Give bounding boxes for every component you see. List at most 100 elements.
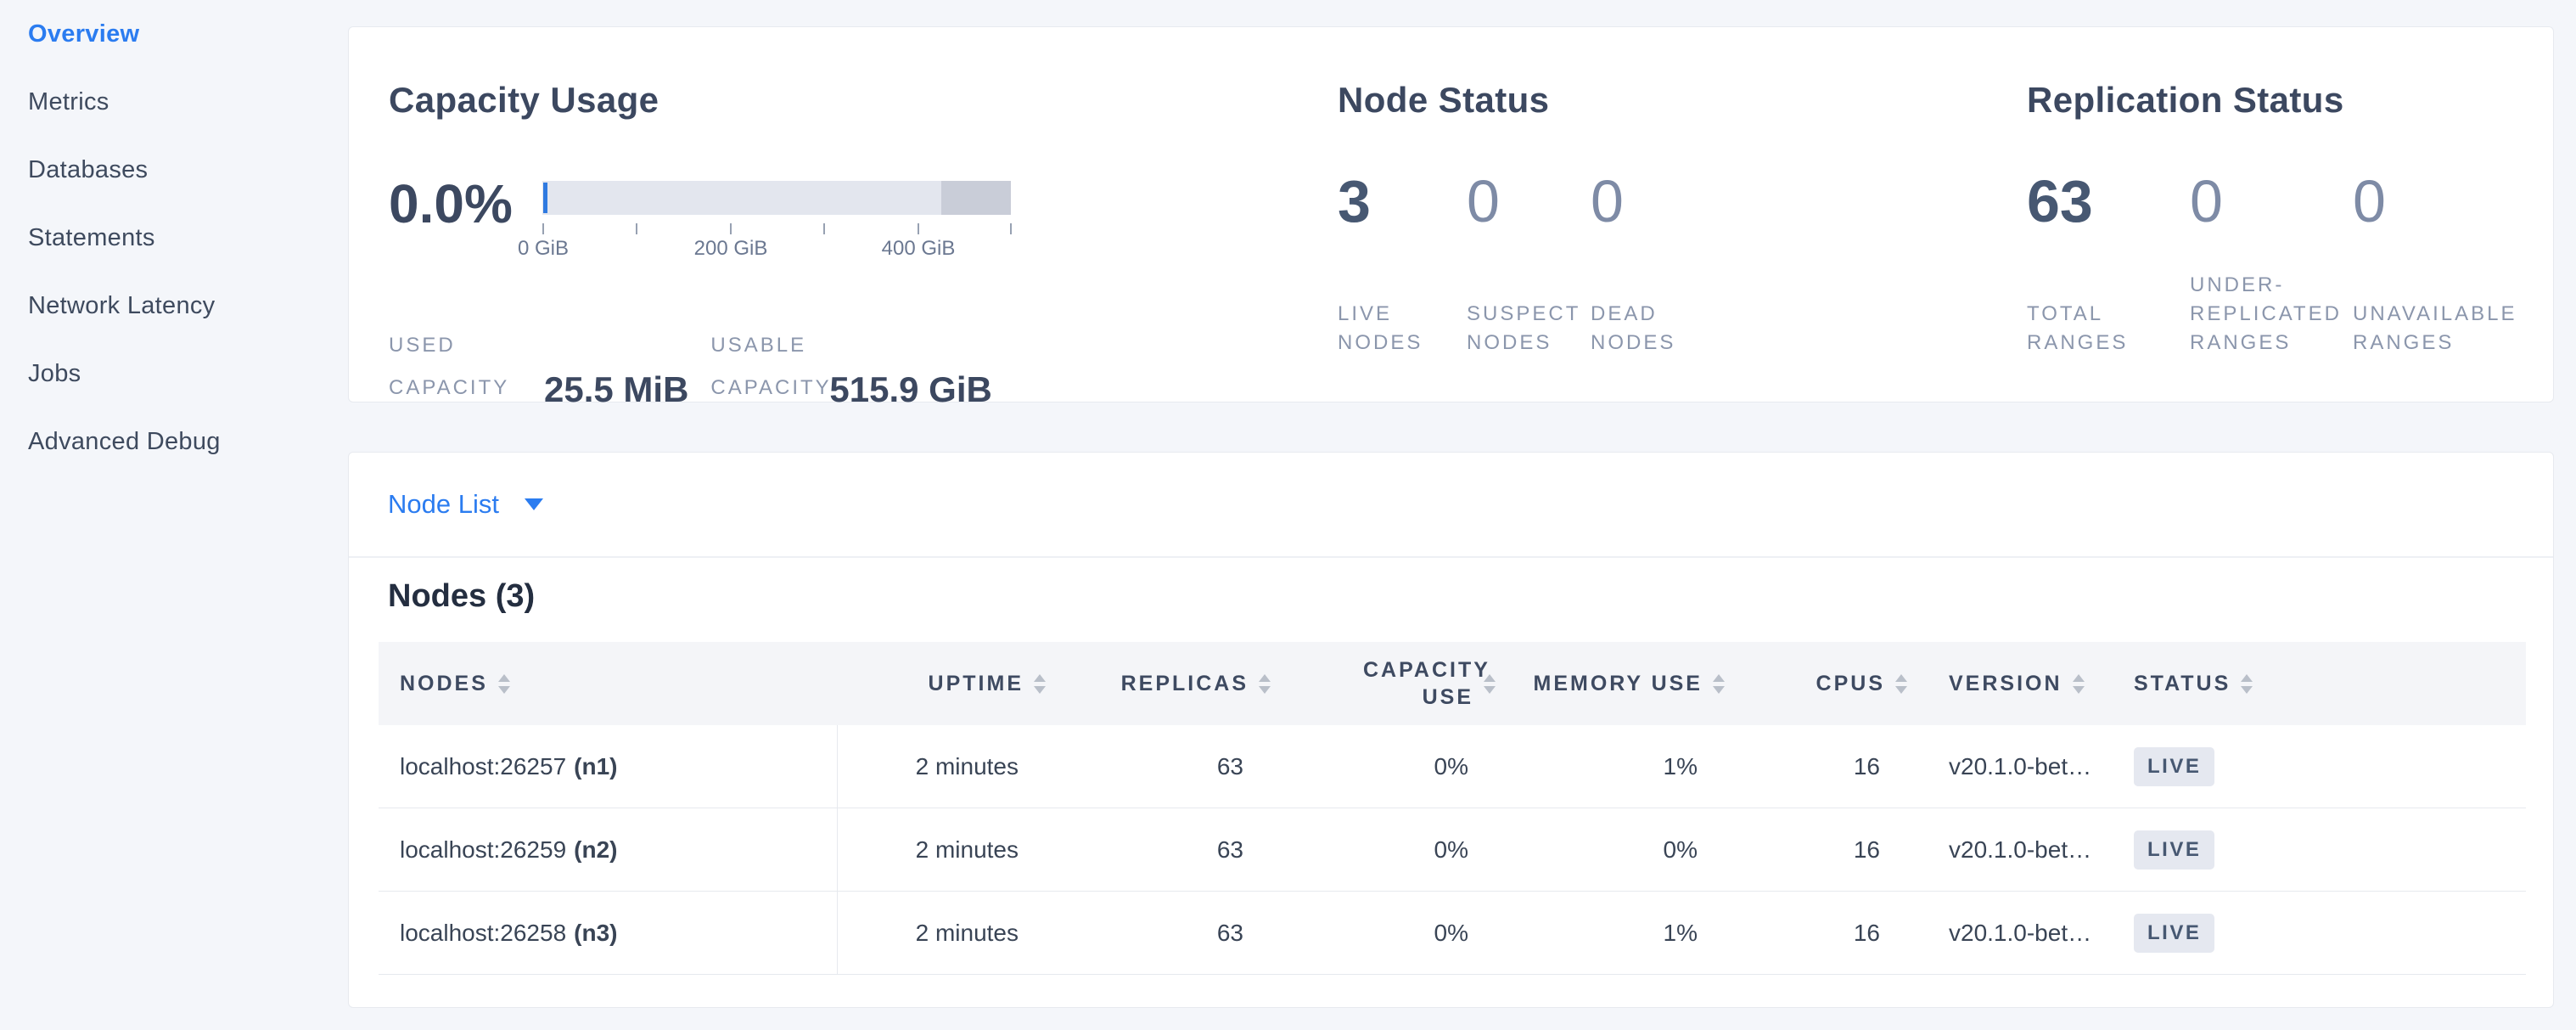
node-address-cell: localhost:26259 (n2) [379,808,838,891]
capacity-usage-title: Capacity Usage [389,80,659,121]
capacity-gauge [542,181,1011,215]
node-status-title: Node Status [1338,80,1549,121]
sort-icon [1895,674,1907,694]
version-cell: v20.1.0-bet… [1911,808,2119,891]
gauge-tick [730,223,732,234]
capacity-stats: USED CAPACITY 25.5 MiB USABLE CAPACITY 5… [389,324,992,409]
dead-nodes-label: DEAD NODES [1591,300,1684,357]
column-label: MEMORY USE [1534,670,1703,697]
sidebar-item-overview[interactable]: Overview [0,0,348,68]
column-header-replicas[interactable]: REPLICAS [1049,642,1274,725]
uptime-cell: 2 minutes [838,725,1049,808]
uptime-cell: 2 minutes [838,808,1049,891]
sort-icon [2241,674,2253,694]
node-status-stats: 3 LIVE NODES 0 SUSPECT NODES 0 DEAD NODE… [1338,172,1718,357]
usable-capacity-label: USABLE CAPACITY [710,324,819,409]
sidebar-item-metrics[interactable]: Metrics [0,68,348,136]
total-ranges-stat: 63 TOTAL RANGES [2027,172,2190,357]
gauge-tick-label: 200 GiB [694,237,768,261]
under-replicated-ranges-label: UNDER-REPLICATED RANGES [2190,271,2343,357]
status-badge: LIVE [2134,830,2214,870]
capacity-usage-section: Capacity Usage 0.0% 0 GiB 200 GiB 400 Gi… [389,27,1339,402]
memory-use-cell: 0% [1499,808,1728,891]
node-row-n2[interactable]: localhost:26259 (n2) 2 minutes 63 0% 0% … [379,808,2526,892]
uptime-cell: 2 minutes [838,892,1049,974]
cluster-summary-card: Capacity Usage 0.0% 0 GiB 200 GiB 400 Gi… [348,26,2554,402]
column-header-capacity-use[interactable]: CAPACITY USE [1274,642,1499,725]
sidebar-item-statements[interactable]: Statements [0,204,348,272]
dead-nodes-value: 0 [1591,172,1718,231]
status-cell: LIVE [2119,725,2526,808]
sidebar-item-advanced-debug[interactable]: Advanced Debug [0,408,348,476]
gauge-tick [823,223,825,234]
view-selector-dropdown[interactable]: Node List [349,453,2553,558]
total-ranges-label: TOTAL RANGES [2027,300,2129,357]
capacity-gauge-reserved-bar [941,181,1011,215]
under-replicated-ranges-stat: 0 UNDER-REPLICATED RANGES [2190,172,2353,357]
total-ranges-value: 63 [2027,172,2190,231]
nodes-count-heading: Nodes (3) [388,578,2553,615]
live-nodes-value: 3 [1338,172,1467,231]
sort-icon [1034,674,1046,694]
sidebar-item-databases[interactable]: Databases [0,136,348,204]
sidebar-item-jobs[interactable]: Jobs [0,340,348,408]
node-status-section: Node Status 3 LIVE NODES 0 SUSPECT NODES… [1338,27,1983,402]
column-label: REPLICAS [1121,670,1249,697]
nodes-table-header: NODES UPTIME REPLICAS CAPACITY USE MEMOR… [379,642,2526,725]
version-cell: v20.1.0-bet… [1911,892,2119,974]
sort-icon [1713,674,1725,694]
status-cell: LIVE [2119,808,2526,891]
status-badge: LIVE [2134,914,2214,953]
replication-status-section: Replication Status 63 TOTAL RANGES 0 UND… [2027,27,2536,402]
capacity-use-cell: 0% [1274,808,1499,891]
suspect-nodes-label: SUSPECT NODES [1467,300,1581,357]
sort-icon [2073,674,2085,694]
sidebar-item-network-latency[interactable]: Network Latency [0,272,348,340]
node-id: (n3) [574,920,617,947]
status-cell: LIVE [2119,892,2526,974]
under-replicated-ranges-value: 0 [2190,172,2353,231]
nodes-table: NODES UPTIME REPLICAS CAPACITY USE MEMOR… [379,642,2526,975]
node-address: localhost:26258 [400,920,566,947]
cpus-cell: 16 [1728,808,1911,891]
column-header-memory-use[interactable]: MEMORY USE [1499,642,1728,725]
status-badge: LIVE [2134,747,2214,786]
node-address: localhost:26257 [400,753,566,780]
node-id: (n1) [574,753,617,780]
capacity-use-cell: 0% [1274,725,1499,808]
sort-icon [1484,674,1496,694]
sort-icon [1259,674,1271,694]
replicas-cell: 63 [1049,892,1274,974]
dead-nodes-stat: 0 DEAD NODES [1591,172,1718,357]
used-capacity-label: USED CAPACITY [389,324,520,409]
gauge-tick [636,223,637,234]
column-label: VERSION [1949,670,2062,697]
gauge-tick-label: 0 GiB [518,237,569,261]
gauge-tick-label: 400 GiB [882,237,956,261]
sidebar: Overview Metrics Databases Statements Ne… [0,0,348,476]
column-label: STATUS [2134,670,2231,697]
replication-status-title: Replication Status [2027,80,2344,121]
unavailable-ranges-value: 0 [2353,172,2531,231]
node-id: (n2) [574,836,617,864]
column-header-version[interactable]: VERSION [1911,642,2119,725]
live-nodes-stat: 3 LIVE NODES [1338,172,1467,357]
unavailable-ranges-label: UNAVAILABLE RANGES [2353,300,2527,357]
sort-icon [498,674,510,694]
column-header-uptime[interactable]: UPTIME [838,642,1049,725]
node-row-n1[interactable]: localhost:26257 (n1) 2 minutes 63 0% 1% … [379,725,2526,808]
view-selector-label: Node List [388,489,499,520]
gauge-tick [1010,223,1012,234]
memory-use-cell: 1% [1499,725,1728,808]
replicas-cell: 63 [1049,725,1274,808]
column-header-cpus[interactable]: CPUS [1728,642,1911,725]
capacity-use-cell: 0% [1274,892,1499,974]
unavailable-ranges-stat: 0 UNAVAILABLE RANGES [2353,172,2531,357]
chevron-down-icon [525,498,543,510]
column-header-status[interactable]: STATUS [2119,642,2526,725]
node-row-n3[interactable]: localhost:26258 (n3) 2 minutes 63 0% 1% … [379,892,2526,975]
node-address-cell: localhost:26258 (n3) [379,892,838,974]
usable-capacity-value: 515.9 GiB [829,370,991,409]
column-label: UPTIME [929,670,1024,697]
column-header-nodes[interactable]: NODES [379,642,838,725]
